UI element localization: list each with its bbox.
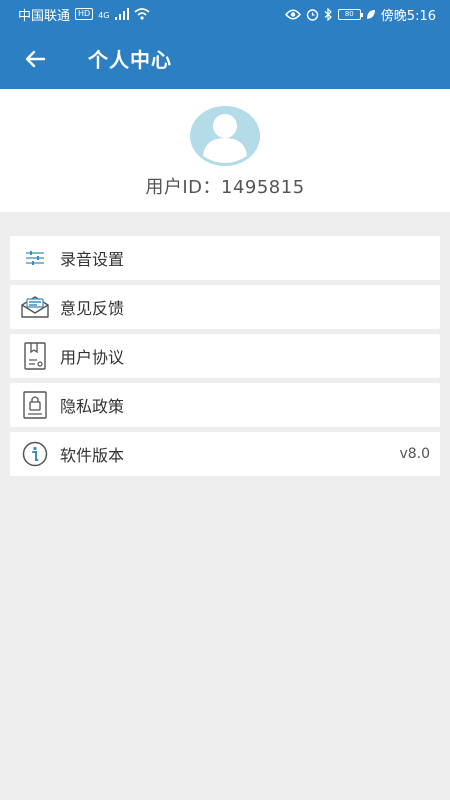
signal-icon xyxy=(114,8,129,20)
wifi-icon xyxy=(133,8,150,20)
menu-list: 录音设置 意见反馈 用户协议 隐私政策 软件版本 v8.0 xyxy=(10,236,440,481)
user-id-label: 用户ID：1495815 xyxy=(145,177,305,198)
menu-item-feedback[interactable]: 意见反馈 xyxy=(10,285,440,329)
eye-icon xyxy=(284,9,301,19)
mail-feedback-icon xyxy=(10,285,60,329)
menu-item-privacy-policy[interactable]: 隐私政策 xyxy=(10,383,440,427)
alarm-icon xyxy=(306,8,318,21)
menu-item-label: 隐私政策 xyxy=(60,397,125,416)
leaf-icon xyxy=(366,9,375,19)
status-time: 傍晚5:16 xyxy=(380,8,436,24)
profile-section: 用户ID：1495815 xyxy=(0,89,450,212)
battery-icon: 80 xyxy=(337,8,363,20)
menu-item-label: 意见反馈 xyxy=(60,299,125,318)
arrow-left-icon xyxy=(25,50,46,67)
menu-item-software-version[interactable]: 软件版本 v8.0 xyxy=(10,432,440,476)
back-button[interactable] xyxy=(5,28,65,89)
battery-level: 80 xyxy=(344,9,354,18)
carrier-label: 中国联通 xyxy=(18,8,71,24)
status-bar: 中国联通 HD 4G 80 傍晚5:16 xyxy=(0,0,450,28)
menu-item-label: 录音设置 xyxy=(60,250,125,269)
network-type-label: 4G xyxy=(98,10,110,20)
lock-document-icon xyxy=(10,383,60,427)
page-title: 个人中心 xyxy=(88,48,172,72)
menu-item-label: 软件版本 xyxy=(60,446,125,465)
version-value: v8.0 xyxy=(399,446,430,462)
menu-item-label: 用户协议 xyxy=(60,348,125,367)
status-left: 中国联通 HD 4G xyxy=(18,5,150,24)
user-avatar-icon[interactable] xyxy=(189,105,261,167)
hd-badge: HD xyxy=(75,8,94,20)
sliders-icon xyxy=(10,236,60,280)
menu-item-recording-settings[interactable]: 录音设置 xyxy=(10,236,440,280)
status-right: 80 傍晚5:16 xyxy=(284,5,436,24)
info-icon xyxy=(10,432,60,476)
app-bar: 个人中心 xyxy=(0,28,450,89)
menu-item-user-agreement[interactable]: 用户协议 xyxy=(10,334,440,378)
document-icon xyxy=(10,334,60,378)
bluetooth-icon xyxy=(324,7,332,21)
header-bar: 中国联通 HD 4G 80 傍晚5:16 个人中心 xyxy=(0,0,450,89)
